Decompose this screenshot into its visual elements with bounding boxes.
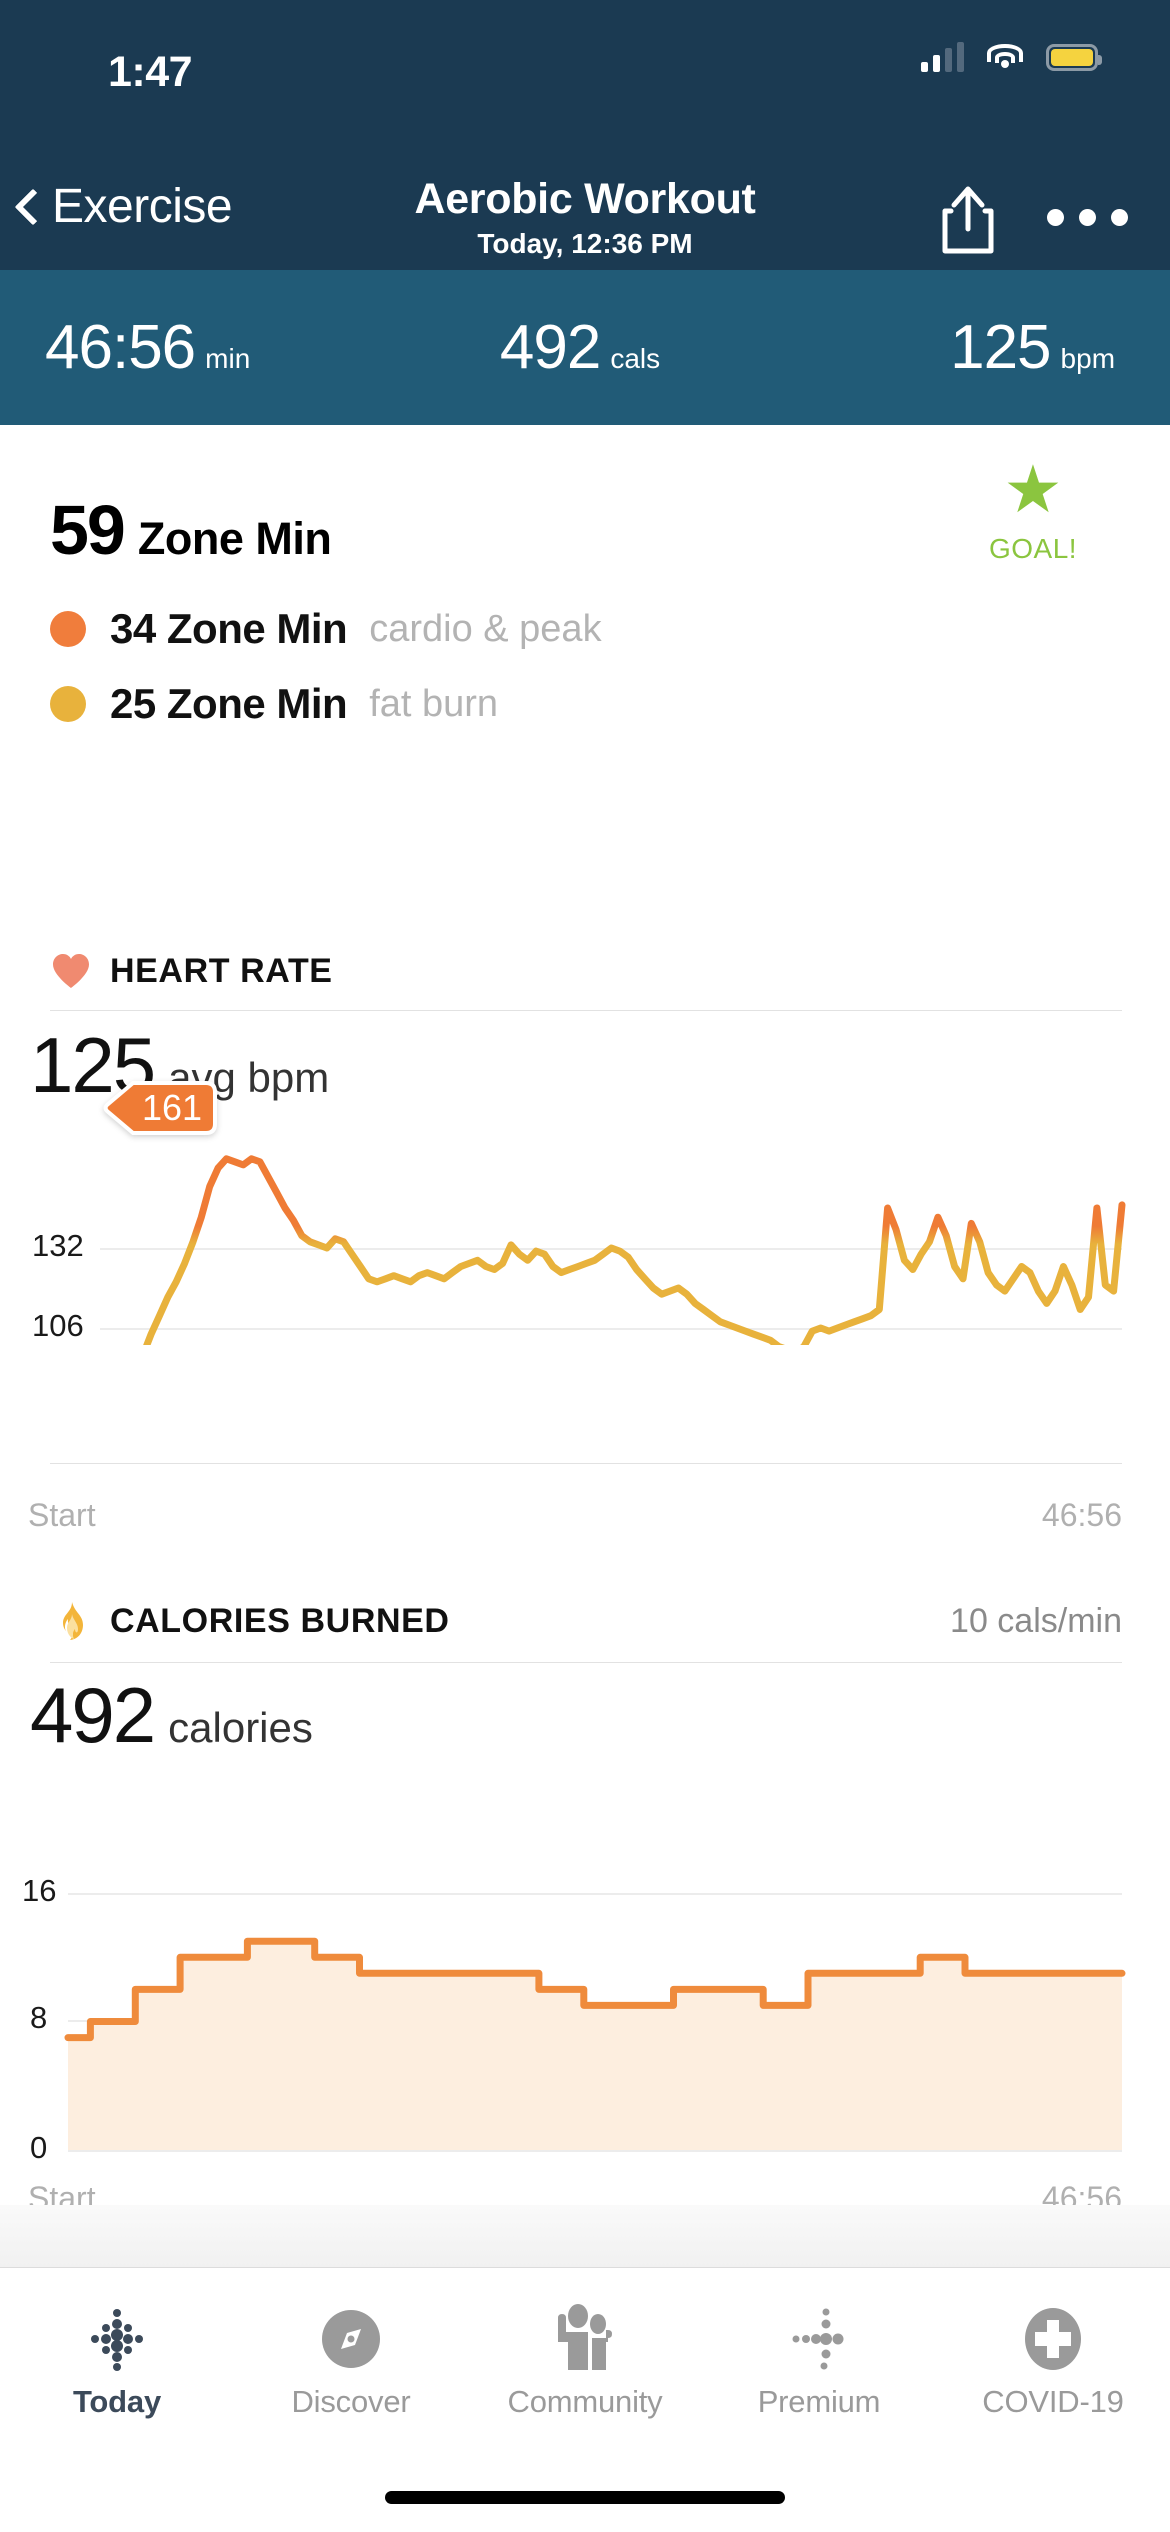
goal-badge: ★ GOAL! (968, 452, 1098, 565)
stat-calories-value: 492 (499, 313, 601, 382)
stat-duration-value: 46:56 (45, 313, 196, 382)
battery-icon (1046, 43, 1102, 71)
tab-community[interactable]: Community (468, 2300, 702, 2420)
chevron-left-icon (14, 188, 52, 225)
more-options-button[interactable] (1047, 209, 1128, 226)
status-bar: 1:47 (0, 0, 1170, 165)
zone-minutes-total: 59 (50, 491, 126, 569)
calories-chart[interactable]: 16 8 0 (0, 1845, 1170, 2165)
heart-rate-section-header: HEART RATE (50, 950, 1122, 992)
compass-icon (234, 2300, 468, 2378)
workout-detail-content: 59 Zone Min ★ GOAL! 34 Zone Min cardio &… (0, 425, 1170, 2267)
stat-heartrate-unit: bpm (1060, 343, 1116, 374)
goal-badge-label: GOAL! (988, 533, 1078, 565)
heart-icon (50, 950, 92, 992)
calories-rate: 10 cals/min (950, 1601, 1122, 1640)
stat-duration: 46:56 min (0, 312, 402, 383)
content-bottom-fade (0, 2205, 1170, 2267)
calories-section-divider (50, 1662, 1122, 1663)
zone-breakdown-row-fatburn: 25 Zone Min fat burn (50, 680, 498, 728)
tab-community-label: Community (507, 2384, 663, 2419)
fitbit-dots-icon (0, 2300, 234, 2378)
heart-rate-peak-value: 161 (141, 1087, 203, 1128)
tab-premium[interactable]: Premium (702, 2300, 936, 2420)
calories-section-header: CALORIES BURNED 10 cals/min (50, 1600, 1122, 1642)
status-bar-time: 1:47 (108, 48, 193, 96)
people-icon (468, 2300, 702, 2378)
bottom-tab-bar: Today Discover Community Premium COVID-1… (0, 2267, 1170, 2532)
zone-breakdown-row-cardio: 34 Zone Min cardio & peak (50, 605, 602, 653)
tab-today[interactable]: Today (0, 2300, 234, 2420)
heart-rate-chart[interactable]: 132 106 161 (0, 1081, 1170, 1345)
cellular-signal-icon (921, 42, 964, 72)
zone-minutes-summary: 59 Zone Min (50, 490, 332, 570)
tab-today-label: Today (73, 2384, 161, 2419)
more-dot-icon (1111, 209, 1128, 226)
premium-dots-icon (702, 2300, 936, 2378)
medical-cross-icon (936, 2300, 1170, 2378)
tab-premium-label: Premium (757, 2384, 881, 2419)
zone-minutes-label: Zone Min (137, 513, 332, 564)
zone-breakdown-desc-cardio: cardio & peak (369, 607, 602, 650)
tab-covid19[interactable]: COVID-19 (936, 2300, 1170, 2420)
stat-heartrate-value: 125 (950, 313, 1051, 382)
calories-total-unit: calories (168, 1704, 313, 1751)
zone-breakdown-value-fatburn: 25 Zone Min (110, 680, 348, 727)
navigation-bar: Exercise Aerobic Workout Today, 12:36 PM (0, 165, 1170, 270)
calories-section-title: CALORIES BURNED (110, 1601, 450, 1640)
calories-total: 492 calories (30, 1670, 313, 1761)
star-icon: ★ (1003, 452, 1063, 526)
wifi-icon (986, 42, 1024, 72)
more-dot-icon (1047, 209, 1064, 226)
tab-covid19-label: COVID-19 (982, 2384, 1124, 2419)
heart-rate-peak-callout: 161 (103, 1080, 217, 1135)
back-button[interactable]: Exercise (14, 179, 233, 234)
flame-icon (50, 1600, 92, 1642)
heart-rate-footer-start: Start (28, 1497, 96, 1533)
calories-total-value: 492 (30, 1671, 156, 1759)
stat-calories: 492 cals (402, 312, 759, 383)
share-button[interactable] (936, 185, 1000, 255)
stat-calories-unit: cals (610, 343, 661, 374)
heart-rate-chart-divider (50, 1463, 1122, 1464)
zone-breakdown-value-cardio: 34 Zone Min (110, 605, 348, 652)
more-dot-icon (1079, 209, 1096, 226)
back-button-label: Exercise (52, 180, 233, 233)
summary-stats-bar: 46:56 min 492 cals 125 bpm (0, 270, 1170, 425)
stat-heartrate: 125 bpm (758, 312, 1170, 383)
zone-color-dot-cardio (50, 611, 86, 647)
zone-breakdown-desc-fatburn: fat burn (369, 682, 499, 725)
heart-rate-footer-end: 46:56 (1041, 1497, 1122, 1533)
heart-rate-section-divider (50, 1010, 1122, 1011)
stat-duration-unit: min (205, 343, 251, 374)
zone-color-dot-fatburn (50, 686, 86, 722)
tab-discover[interactable]: Discover (234, 2300, 468, 2420)
status-bar-icons (921, 42, 1102, 72)
home-indicator (385, 2491, 785, 2504)
heart-rate-section-title: HEART RATE (110, 951, 333, 990)
tab-discover-label: Discover (291, 2384, 411, 2419)
